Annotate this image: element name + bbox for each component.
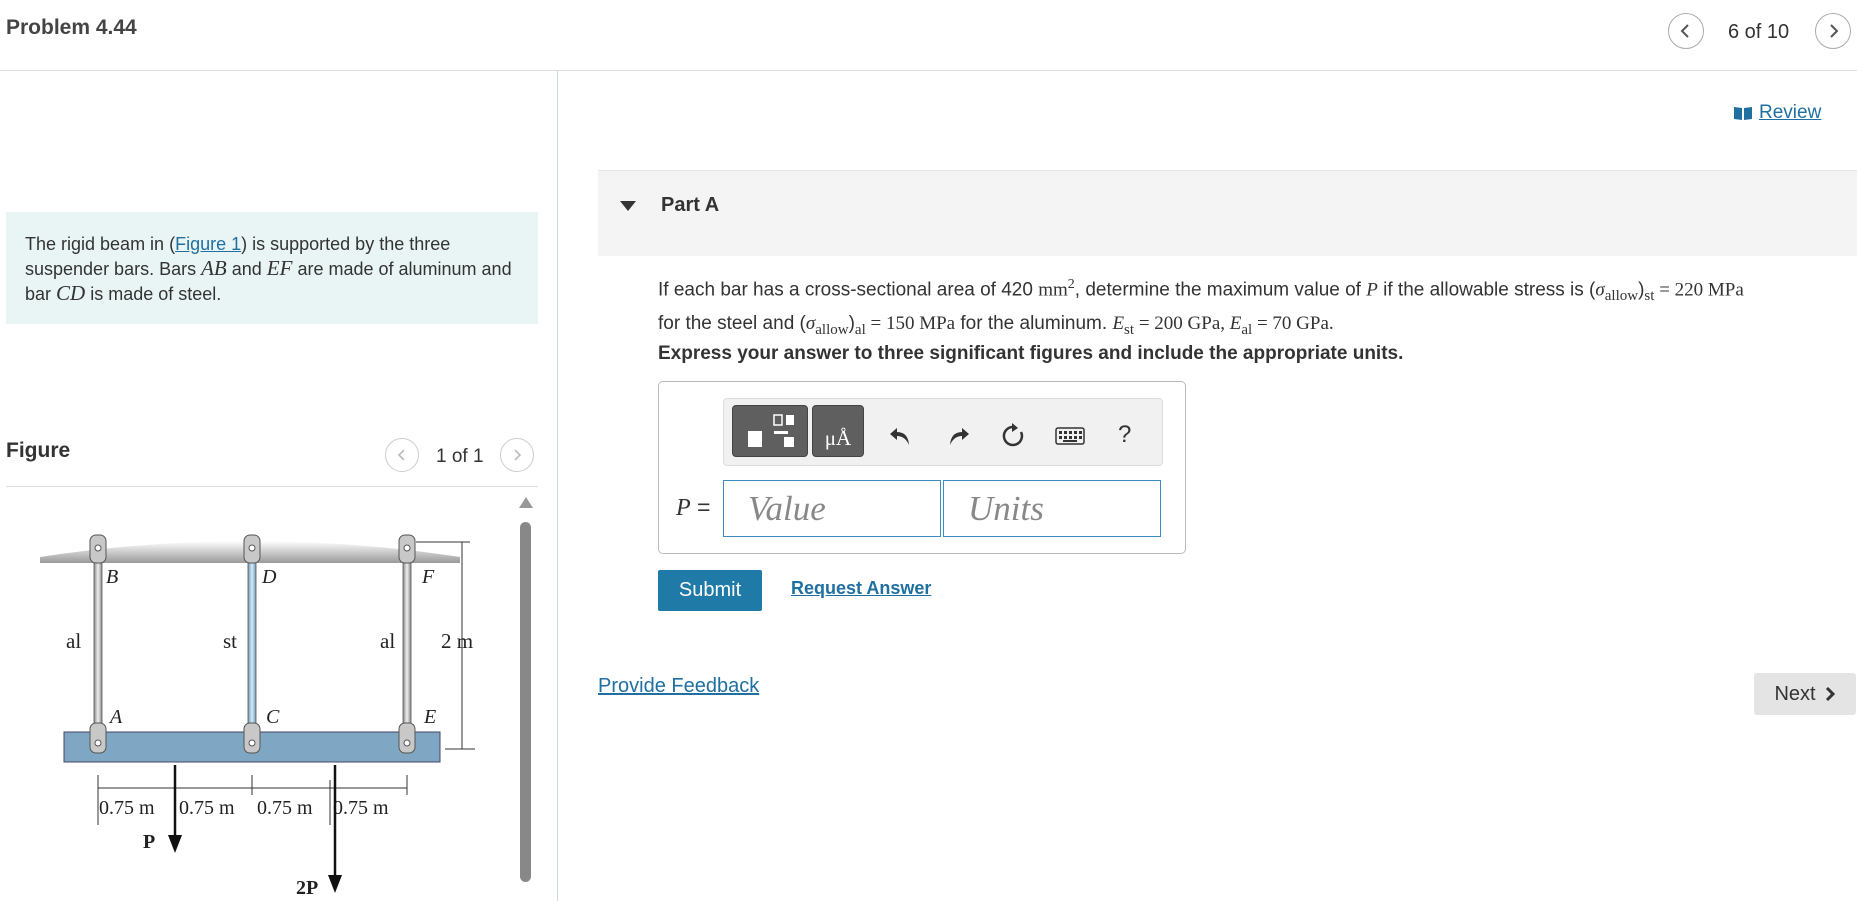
spacing-label-1: 0.75 m: [99, 797, 155, 819]
redo-button[interactable]: [942, 419, 976, 453]
part-a-label: Part A: [661, 194, 720, 216]
units-input[interactable]: Units: [943, 480, 1161, 537]
bar-ef: [402, 544, 412, 741]
answer-variable-label: P =: [676, 494, 711, 521]
request-answer-link[interactable]: Request Answer: [791, 578, 931, 599]
beam-diagram: B D F A C E al st al 2 m 0.75 m 0.75 m 0…: [40, 534, 475, 899]
keyboard-button[interactable]: [1052, 422, 1088, 450]
load-2p-label: 2P: [296, 877, 318, 899]
header-divider: [0, 70, 1857, 71]
answer-instruction: Express your answer to three significant…: [658, 343, 1404, 364]
next-label: Next: [1774, 682, 1816, 705]
provide-feedback-link[interactable]: Provide Feedback: [598, 675, 759, 698]
units-icon: μÅ: [824, 425, 852, 450]
undo-button[interactable]: [883, 419, 917, 453]
figure-scrollbar[interactable]: [520, 522, 531, 882]
figure-divider: [6, 486, 538, 487]
next-problem-button[interactable]: [1815, 13, 1851, 49]
figure-1-link[interactable]: Figure 1: [175, 234, 241, 254]
spacing-label-3: 0.75 m: [257, 797, 313, 819]
problem-intro-text: The rigid beam in (Figure 1) is supporte…: [25, 234, 512, 305]
load-p-label: P: [143, 831, 155, 853]
label-f: F: [421, 566, 435, 588]
figure-heading: Figure: [6, 439, 71, 462]
units-button[interactable]: μÅ: [812, 405, 864, 457]
keyboard-icon: [1055, 427, 1085, 445]
chevron-right-icon: [514, 449, 522, 461]
label-a: A: [108, 706, 123, 728]
spacing-label-2: 0.75 m: [179, 797, 235, 819]
pane-divider: [557, 71, 558, 901]
chevron-left-icon: [397, 449, 405, 461]
problem-counter: 6 of 10: [1728, 21, 1790, 43]
help-button[interactable]: ?: [1118, 421, 1131, 449]
part-a-header[interactable]: [598, 170, 1857, 256]
prev-problem-button[interactable]: [1668, 13, 1704, 49]
label-height: 2 m: [441, 629, 473, 653]
bar-cd: [247, 544, 257, 741]
reset-button[interactable]: [996, 419, 1030, 453]
templates-button[interactable]: [732, 405, 808, 457]
label-al-1: al: [66, 629, 81, 653]
chevron-right-icon: [1825, 686, 1835, 702]
spacing-label-4: 0.75 m: [333, 797, 389, 819]
next-button[interactable]: Next: [1754, 673, 1856, 715]
figure-next-button[interactable]: [500, 438, 534, 472]
bar-ab: [93, 544, 103, 741]
chevron-left-icon: [1680, 24, 1689, 38]
reset-icon: [1002, 423, 1024, 447]
book-icon: [1734, 107, 1752, 120]
label-st: st: [223, 629, 237, 653]
question-text: If each bar has a cross-sectional area o…: [658, 277, 1744, 338]
label-b: B: [106, 566, 118, 588]
value-input[interactable]: Value: [723, 480, 941, 537]
review-link[interactable]: Review: [1733, 102, 1821, 124]
chevron-right-icon: [1830, 24, 1839, 38]
label-d: D: [261, 566, 277, 588]
label-al-2: al: [380, 629, 395, 653]
undo-icon: [890, 428, 909, 445]
redo-icon: [950, 428, 969, 445]
figure-counter: 1 of 1: [436, 446, 484, 467]
figure-prev-button[interactable]: [385, 438, 419, 472]
label-c: C: [266, 706, 280, 728]
label-e: E: [423, 706, 436, 728]
caret-down-icon[interactable]: [620, 201, 636, 211]
submit-button[interactable]: Submit: [658, 570, 762, 611]
figure-scroll-up[interactable]: [519, 497, 533, 508]
problem-title: Problem 4.44: [6, 16, 137, 39]
templates-icon: [748, 414, 794, 447]
